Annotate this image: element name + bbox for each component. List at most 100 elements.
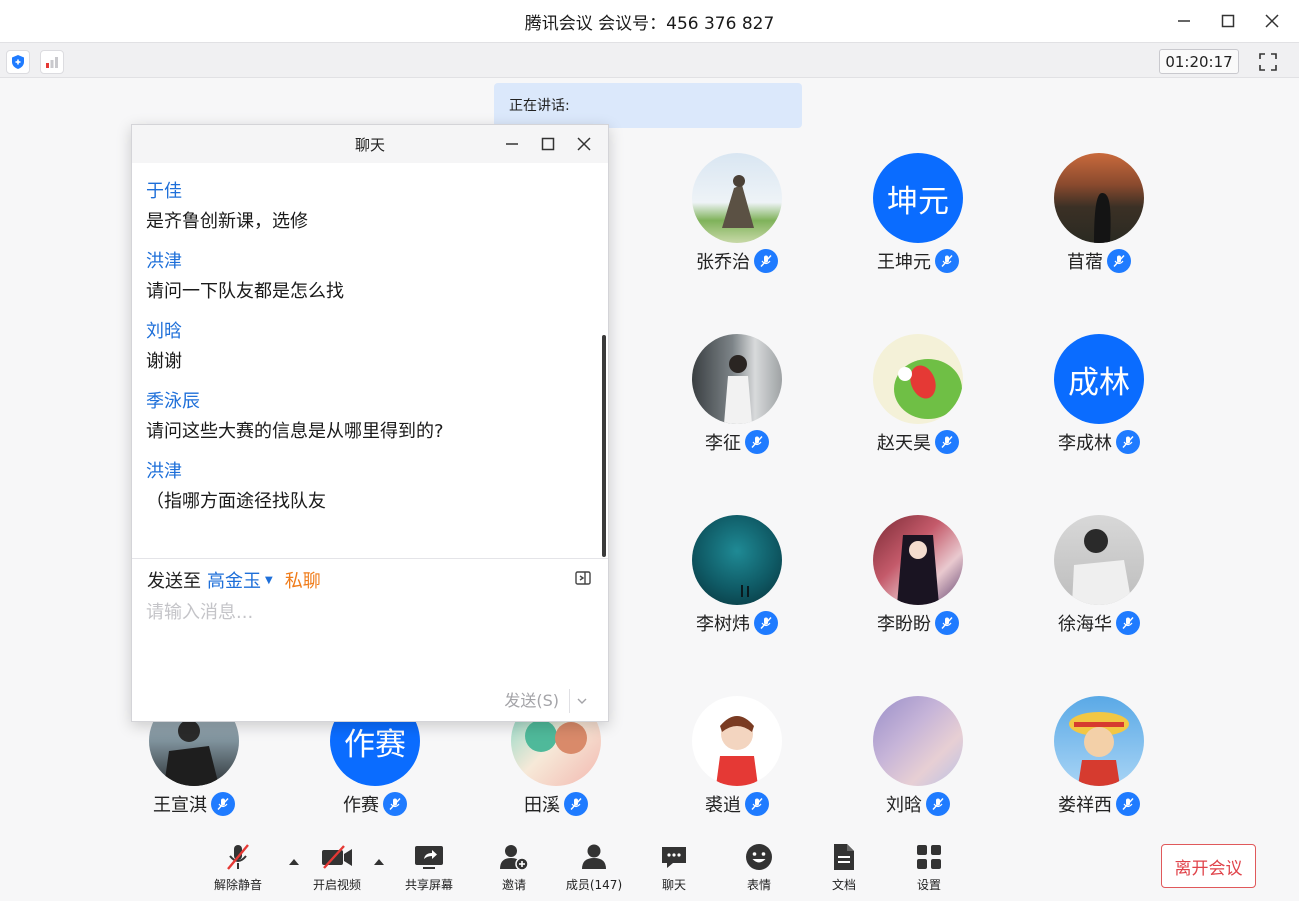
- caret-up-icon[interactable]: [373, 852, 385, 865]
- caret-down-icon[interactable]: ▼: [265, 575, 273, 586]
- emoji-button[interactable]: 表情: [719, 840, 799, 893]
- mic-muted-icon: [745, 430, 769, 454]
- chat-bubble-icon: [657, 840, 691, 874]
- mic-muted-icon: [564, 792, 588, 816]
- participant-name: 赵天昊: [877, 433, 931, 454]
- participant-tile[interactable]: 裘逍: [647, 696, 827, 818]
- security-shield-icon[interactable]: [6, 50, 30, 74]
- chat-message: 刘晗 谢谢: [146, 318, 594, 378]
- avatar: [692, 334, 782, 424]
- share-screen-button[interactable]: 共享屏幕: [389, 840, 469, 893]
- chat-message-input[interactable]: [146, 597, 594, 627]
- recipient-selector[interactable]: 高金玉: [207, 567, 261, 593]
- avatar: [1054, 153, 1144, 243]
- unmute-button[interactable]: 解除静音: [198, 840, 278, 893]
- avatar: [692, 696, 782, 786]
- mic-muted-icon: [754, 249, 778, 273]
- participant-tile[interactable]: 成林 李成林: [1009, 334, 1189, 456]
- avatar: [873, 334, 963, 424]
- participant-tile[interactable]: 坤元 王坤元: [828, 153, 1008, 275]
- settings-button[interactable]: 设置: [889, 840, 969, 893]
- mic-muted-icon: [383, 792, 407, 816]
- chat-maximize-icon[interactable]: [536, 132, 560, 156]
- chat-minimize-icon[interactable]: [500, 132, 524, 156]
- document-icon: [827, 840, 861, 874]
- avatar: [692, 153, 782, 243]
- private-chat-label: 私聊: [284, 571, 321, 592]
- docs-button[interactable]: 文档: [804, 840, 884, 893]
- participant-tile[interactable]: 赵天昊: [828, 334, 1008, 456]
- send-button[interactable]: 发送(S): [504, 689, 570, 713]
- mic-muted-icon: [1116, 430, 1140, 454]
- participant-tile[interactable]: 李征: [647, 334, 827, 456]
- chat-title-bar[interactable]: 聊天: [132, 125, 608, 163]
- participant-name: 娄祥西: [1058, 795, 1112, 816]
- avatar: [873, 696, 963, 786]
- members-label: 成员(147): [565, 878, 623, 892]
- fullscreen-icon[interactable]: [1257, 51, 1279, 73]
- status-bar: 01:20:17: [0, 42, 1299, 78]
- unmute-label: 解除静音: [213, 878, 262, 892]
- participant-name: 李盼盼: [877, 614, 931, 635]
- chat-button[interactable]: 聊天: [634, 840, 714, 893]
- message-sender[interactable]: 刘晗: [146, 318, 594, 346]
- start-video-button[interactable]: 开启视频: [297, 840, 377, 893]
- meeting-toolbar: 解除静音 开启视频 共享屏幕 邀请 成员(147) 聊天 表情 文档 设置: [0, 836, 1299, 901]
- participant-tile[interactable]: 徐海华: [1009, 515, 1189, 637]
- chat-message-list[interactable]: 于佳 是齐鲁创新课，选修 洪津 请问一下队友都是怎么找 刘晗 谢谢 季泳辰 请问…: [132, 163, 608, 558]
- participant-tile[interactable]: 苜蓿: [1009, 153, 1189, 275]
- message-sender[interactable]: 洪津: [146, 458, 594, 486]
- participant-tile[interactable]: 李树炜: [647, 515, 827, 637]
- participant-name: 田溪: [524, 795, 560, 816]
- avatar: [692, 515, 782, 605]
- send-area: 发送(S): [504, 689, 594, 713]
- message-text: 请问这些大赛的信息是从哪里得到的?: [146, 421, 444, 442]
- mic-muted-icon: [745, 792, 769, 816]
- mic-muted-icon: [926, 792, 950, 816]
- mic-muted-icon: [935, 611, 959, 635]
- share-screen-label: 共享屏幕: [404, 878, 453, 892]
- chevron-down-icon[interactable]: [570, 689, 594, 713]
- chat-close-icon[interactable]: [572, 132, 596, 156]
- video-off-icon: [320, 840, 354, 874]
- message-sender[interactable]: 洪津: [146, 248, 594, 276]
- add-user-icon: [497, 840, 531, 874]
- emoji-icon: [742, 840, 776, 874]
- chat-window-controls: [500, 132, 596, 156]
- participant-name: 作赛: [343, 795, 379, 816]
- participant-name: 张乔治: [696, 252, 750, 273]
- chat-window: 聊天 于佳 是齐鲁创新课，选修 洪津 请问一下队友都是怎么找 刘晗 谢谢 季泳辰: [131, 124, 609, 722]
- window-title: 腾讯会议 会议号：456 376 827: [524, 13, 775, 34]
- participant-tile[interactable]: 娄祥西: [1009, 696, 1189, 818]
- close-icon[interactable]: [1259, 8, 1285, 34]
- mic-muted-icon: [1116, 611, 1140, 635]
- participant-tile[interactable]: 张乔治: [647, 153, 827, 275]
- leave-meeting-button[interactable]: 离开会议: [1161, 844, 1256, 888]
- chat-scrollbar[interactable]: [602, 335, 606, 557]
- participant-name: 裘逍: [705, 795, 741, 816]
- mic-muted-icon: [1107, 249, 1131, 273]
- participant-name: 李成林: [1058, 433, 1112, 454]
- invite-button[interactable]: 邀请: [474, 840, 554, 893]
- participant-name: 王坤元: [877, 252, 931, 273]
- members-button[interactable]: 成员(147): [554, 840, 634, 893]
- meeting-window: 腾讯会议 会议号：456 376 827 01:20:17 正在讲话: 张乔治 …: [0, 0, 1299, 901]
- participant-tile[interactable]: 李盼盼: [828, 515, 1008, 637]
- participant-tile[interactable]: 刘晗: [828, 696, 1008, 818]
- screenshot-icon[interactable]: [574, 569, 592, 587]
- mic-muted-icon: [211, 792, 235, 816]
- message-text: 谢谢: [146, 351, 182, 372]
- start-video-label: 开启视频: [312, 878, 361, 892]
- mic-muted-icon: [935, 430, 959, 454]
- message-sender[interactable]: 于佳: [146, 178, 594, 206]
- participant-name: 徐海华: [1058, 614, 1112, 635]
- maximize-icon[interactable]: [1215, 8, 1241, 34]
- invite-label: 邀请: [501, 878, 526, 892]
- minimize-icon[interactable]: [1171, 8, 1197, 34]
- participant-name: 李征: [705, 433, 741, 454]
- network-signal-icon[interactable]: [40, 50, 64, 74]
- divider: [132, 558, 608, 559]
- avatar: 坤元: [873, 153, 963, 243]
- message-sender[interactable]: 季泳辰: [146, 388, 594, 416]
- participant-name: 王宣淇: [153, 795, 207, 816]
